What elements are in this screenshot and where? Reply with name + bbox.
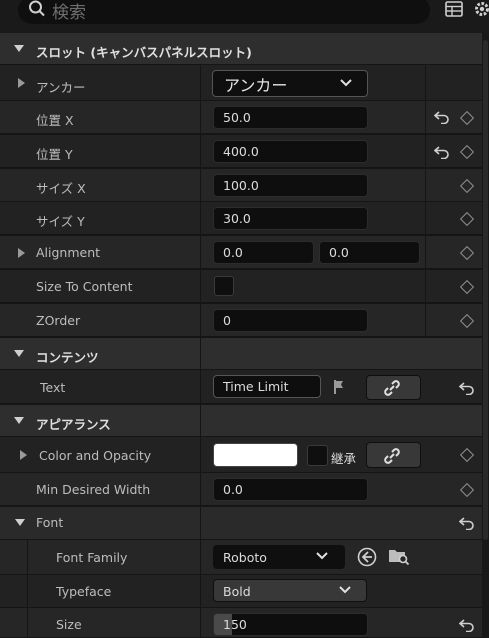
reset-to-default-icon[interactable] bbox=[434, 110, 450, 124]
size-label: Size bbox=[56, 617, 82, 632]
chevron-down-icon bbox=[340, 79, 352, 87]
size-y-field[interactable]: 30.0 bbox=[213, 207, 368, 230]
chevron-down-icon bbox=[339, 586, 351, 594]
min-desired-width-field[interactable]: 0.0 bbox=[213, 478, 368, 501]
zorder-label: ZOrder bbox=[36, 313, 81, 328]
zorder-field[interactable]: 0 bbox=[213, 309, 368, 332]
position-y-field[interactable]: 400.0 bbox=[213, 140, 368, 163]
font-label: Font bbox=[36, 515, 64, 530]
collapse-arrow-icon[interactable] bbox=[15, 519, 25, 526]
text-field[interactable]: Time Limit bbox=[213, 375, 321, 398]
collapse-arrow-icon[interactable] bbox=[14, 45, 24, 52]
anchor-dropdown-value: アンカー bbox=[224, 76, 288, 95]
property-matrix-icon[interactable] bbox=[445, 1, 463, 17]
reset-to-default-icon[interactable] bbox=[459, 618, 475, 632]
size-to-content-checkbox[interactable] bbox=[214, 276, 234, 296]
size-x-label: サイズ X bbox=[36, 181, 86, 196]
link-icon bbox=[384, 380, 400, 396]
size-y-label: サイズ Y bbox=[36, 214, 85, 229]
alignment-x-field[interactable]: 0.0 bbox=[213, 241, 314, 264]
size-to-content-label: Size To Content bbox=[36, 279, 133, 294]
font-family-value: Roboto bbox=[223, 550, 267, 565]
position-x-label: 位置 X bbox=[36, 113, 74, 128]
reset-to-default-icon[interactable] bbox=[434, 145, 450, 159]
collapse-arrow-icon[interactable] bbox=[14, 350, 24, 357]
localization-flag-icon[interactable] bbox=[333, 379, 349, 395]
column-divider[interactable] bbox=[200, 65, 201, 638]
min-desired-width-label: Min Desired Width bbox=[36, 482, 151, 497]
color-opacity-label: Color and Opacity bbox=[39, 448, 152, 463]
category-content-title: コンテンツ bbox=[36, 350, 99, 365]
column-divider bbox=[425, 65, 426, 338]
text-label: Text bbox=[40, 380, 66, 395]
indent-divider bbox=[27, 540, 28, 638]
position-x-field[interactable]: 50.0 bbox=[213, 106, 368, 129]
expand-arrow-icon[interactable] bbox=[20, 450, 27, 460]
reset-to-default-icon[interactable] bbox=[459, 381, 475, 395]
collapse-arrow-icon[interactable] bbox=[14, 417, 24, 424]
browse-folder-icon[interactable] bbox=[388, 546, 410, 566]
chevron-down-icon bbox=[316, 552, 328, 560]
position-y-label: 位置 Y bbox=[36, 147, 73, 162]
link-icon bbox=[384, 448, 400, 464]
alignment-label: Alignment bbox=[36, 245, 101, 260]
alignment-y-field[interactable]: 0.0 bbox=[319, 241, 420, 264]
use-selected-asset-icon[interactable] bbox=[357, 547, 377, 567]
typeface-value: Bold bbox=[223, 584, 251, 599]
expand-arrow-icon[interactable] bbox=[18, 78, 25, 88]
color-swatch[interactable] bbox=[213, 443, 298, 467]
typeface-label: Typeface bbox=[56, 584, 112, 599]
inherit-label: 継承 bbox=[331, 451, 357, 466]
expand-arrow-icon[interactable] bbox=[18, 248, 25, 258]
size-x-field[interactable]: 100.0 bbox=[213, 174, 368, 197]
reset-to-default-icon[interactable] bbox=[459, 516, 475, 530]
search-icon bbox=[29, 0, 45, 17]
size-field[interactable]: 150 bbox=[213, 613, 368, 636]
search-placeholder: 検索 bbox=[52, 3, 86, 23]
size-value: 150 bbox=[223, 617, 247, 632]
settings-gear-icon[interactable] bbox=[473, 0, 489, 18]
font-family-label: Font Family bbox=[56, 550, 128, 565]
category-slot-title: スロット (キャンバスパネルスロット) bbox=[36, 45, 252, 60]
scrollbar-thumb[interactable] bbox=[483, 40, 488, 540]
category-appearance-title: アピアランス bbox=[36, 417, 111, 432]
anchor-label: アンカー bbox=[36, 80, 86, 95]
row-font bbox=[0, 507, 482, 540]
inherit-checkbox[interactable] bbox=[307, 445, 328, 466]
